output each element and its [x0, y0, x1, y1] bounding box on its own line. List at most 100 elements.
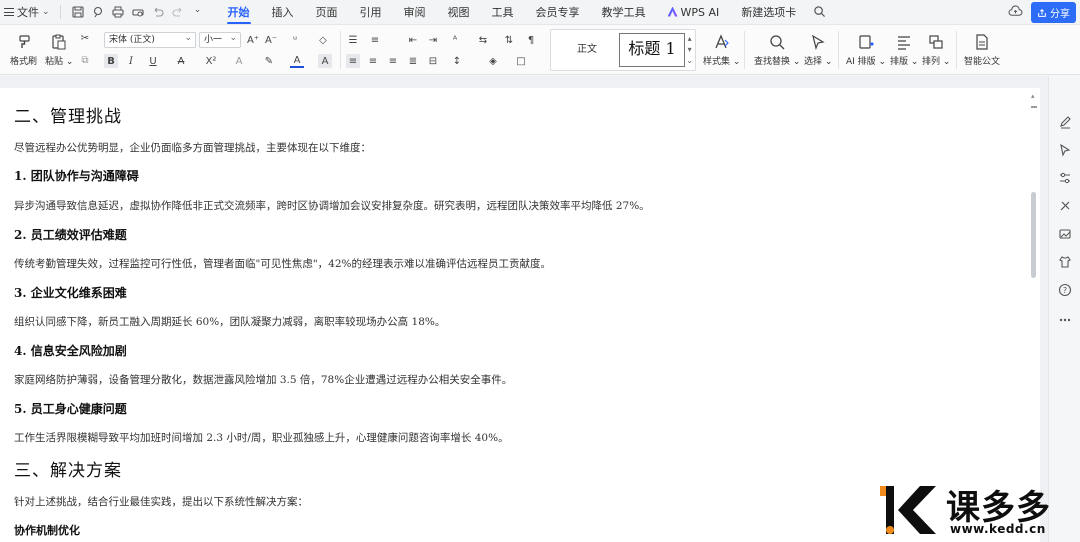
undo-icon[interactable] — [151, 5, 165, 19]
text-direction-icon[interactable]: ⇆ — [476, 33, 490, 47]
item-heading: 1. 团队协作与沟通障碍 — [14, 169, 139, 183]
cloud-upload-icon[interactable] — [1008, 4, 1023, 21]
align-left-button[interactable]: ≡ — [346, 54, 360, 68]
redo-icon[interactable] — [171, 5, 185, 19]
edit-pen-icon[interactable] — [1058, 114, 1072, 129]
justify-button[interactable]: ≣ — [406, 54, 420, 68]
paragraph: 针对上述挑战，结合行业最佳实践，提出以下系统性解决方案： — [14, 496, 308, 508]
show-marks-icon[interactable]: ¶ — [524, 33, 538, 47]
image-edit-icon[interactable] — [1058, 226, 1072, 240]
shirt-icon[interactable] — [1058, 254, 1072, 268]
tab-home-label: 开始 — [227, 5, 250, 19]
layout-icon — [898, 36, 911, 50]
paragraph: 异步沟通导致信息延迟，虚拟协作降低非正式交流频率，跨时区协调增加会议安排复杂度。… — [14, 200, 650, 212]
chevron-down-icon[interactable]: ⌄ — [191, 5, 205, 19]
tools-icon[interactable] — [1058, 198, 1072, 212]
cut-icon[interactable]: ✂ — [78, 31, 92, 45]
tab-insert[interactable]: 插入 — [261, 0, 305, 25]
shading-icon[interactable]: ◈ — [486, 54, 500, 68]
highlight-icon[interactable]: ✎ — [262, 54, 276, 68]
superscript-button[interactable]: X² — [204, 54, 218, 68]
style-set-button[interactable]: 样式集 ⌄ — [703, 33, 740, 67]
shrink-font-icon[interactable]: A⁻ — [264, 33, 278, 47]
bullet-list-icon[interactable]: ☰ — [346, 33, 360, 47]
style-heading1[interactable]: 标题 1 — [619, 33, 685, 67]
save-icon[interactable] — [71, 5, 85, 19]
tab-references[interactable]: 引用 — [349, 0, 393, 25]
borders-icon[interactable]: □ — [514, 54, 528, 68]
search-button[interactable] — [807, 0, 832, 25]
numbered-list-icon[interactable]: ≡ — [368, 33, 382, 47]
print-icon[interactable] — [111, 5, 125, 19]
tab-review-label: 审阅 — [403, 5, 426, 19]
tab-new-tab-label: 新建选项卡 — [741, 5, 797, 19]
quick-access-toolbar: ⌄ — [65, 5, 211, 19]
layout-button[interactable]: 排版 ⌄ — [890, 33, 918, 67]
vertical-scrollbar[interactable]: ▴ — [1031, 90, 1037, 542]
style-gallery: 正文 标题 1 ▴ ▾ ⌄ — [550, 29, 696, 71]
style-normal[interactable]: 正文 — [559, 36, 615, 64]
more-icon[interactable] — [1058, 312, 1072, 326]
tab-wps-ai[interactable]: WPS AI — [657, 0, 731, 25]
document-page[interactable]: 二、管理挑战 尽管远程办公优势明显，企业仍面临多方面管理挑战，主要体现在以下维度… — [0, 88, 1040, 542]
tab-home[interactable]: 开始 — [217, 0, 261, 25]
paste-icon — [52, 34, 66, 50]
ribbon-tabs: 开始 插入 页面 引用 审阅 视图 工具 会员专享 教学工具 WPS AI 新建… — [217, 0, 833, 25]
select-text: 选择 — [804, 57, 823, 67]
char-shading-icon[interactable]: A — [318, 54, 332, 68]
right-side-panel: ? — [1048, 76, 1080, 542]
tab-insert-label: 插入 — [271, 5, 294, 19]
menubar-right: 分享 — [1008, 0, 1076, 25]
tab-page[interactable]: 页面 — [305, 0, 349, 25]
style-scroll-arrows[interactable]: ▴ ▾ ⌄ — [686, 33, 693, 66]
increase-indent-icon[interactable]: ⇥ — [426, 33, 440, 47]
tab-view[interactable]: 视图 — [437, 0, 481, 25]
ai-layout-label: AI 排版 ⌄ — [846, 57, 887, 67]
tab-member[interactable]: 会员专享 — [525, 0, 591, 25]
distributed-align-icon[interactable]: ⊟ — [426, 54, 440, 68]
tab-teaching-tools[interactable]: 教学工具 — [591, 0, 657, 25]
scroll-up-icon[interactable]: ▴ — [1031, 92, 1035, 100]
layout-text: 排版 — [890, 57, 909, 67]
style-set-label: 样式集 ⌄ — [703, 57, 741, 67]
scrollbar-thumb[interactable] — [1031, 192, 1036, 278]
line-spacing-icon[interactable]: ↕ — [450, 54, 464, 68]
tab-tools[interactable]: 工具 — [481, 0, 525, 25]
decrease-indent-icon[interactable]: ⇤ — [406, 33, 420, 47]
text-effect-icon[interactable]: A — [232, 54, 246, 68]
search-icon — [770, 35, 785, 50]
phonetic-guide-icon[interactable]: ᵘ — [288, 33, 302, 47]
sliders-icon[interactable] — [1058, 170, 1072, 184]
find-replace-button[interactable]: 查找替换 ⌄ — [754, 33, 800, 67]
tab-member-label: 会员专享 — [535, 5, 580, 19]
paragraph: 工作生活界限模糊导致平均加班时间增加 2.3 小时/周，职业孤独感上升，心理健康… — [14, 432, 509, 444]
copy-icon[interactable]: ⧉ — [78, 53, 92, 67]
strikethrough-button[interactable]: A — [174, 54, 188, 68]
underline-button[interactable]: U — [146, 54, 160, 68]
font-family-select[interactable]: 宋体 (正文) — [104, 31, 196, 48]
select-button[interactable]: 选择 ⌄ — [804, 33, 832, 67]
bold-button[interactable]: B — [104, 54, 118, 68]
font-color-button[interactable]: A — [290, 54, 304, 68]
help-icon[interactable]: ? — [1058, 282, 1072, 297]
format-painter-button[interactable]: 格式刷 — [10, 33, 37, 67]
clear-format-icon[interactable]: ◇ — [316, 33, 330, 47]
paste-button[interactable]: 粘贴 ⌄ — [45, 33, 73, 67]
tab-new-tab[interactable]: 新建选项卡 — [730, 0, 807, 25]
italic-button[interactable]: I — [124, 54, 138, 68]
align-center-button[interactable]: ≡ — [366, 54, 380, 68]
share-button[interactable]: 分享 — [1031, 2, 1076, 23]
cursor-arrow-icon[interactable] — [1058, 142, 1072, 157]
tab-review[interactable]: 审阅 — [393, 0, 437, 25]
change-case-icon[interactable]: ᴬ — [448, 33, 462, 47]
smart-doc-button[interactable]: 智能公文 — [964, 33, 1000, 67]
file-menu[interactable]: 文件 ⌄ — [0, 0, 56, 25]
align-right-button[interactable]: ≡ — [386, 54, 400, 68]
arrange-button[interactable]: 排列 ⌄ — [922, 33, 950, 67]
grow-font-icon[interactable]: A⁺ — [246, 33, 260, 47]
font-size-select[interactable]: 小一 — [199, 31, 241, 48]
ai-layout-button[interactable]: AI 排版 ⌄ — [846, 33, 886, 67]
sort-icon[interactable]: ⇅ — [502, 33, 516, 47]
export-pdf-icon[interactable] — [91, 5, 105, 19]
print-preview-icon[interactable] — [131, 5, 145, 19]
